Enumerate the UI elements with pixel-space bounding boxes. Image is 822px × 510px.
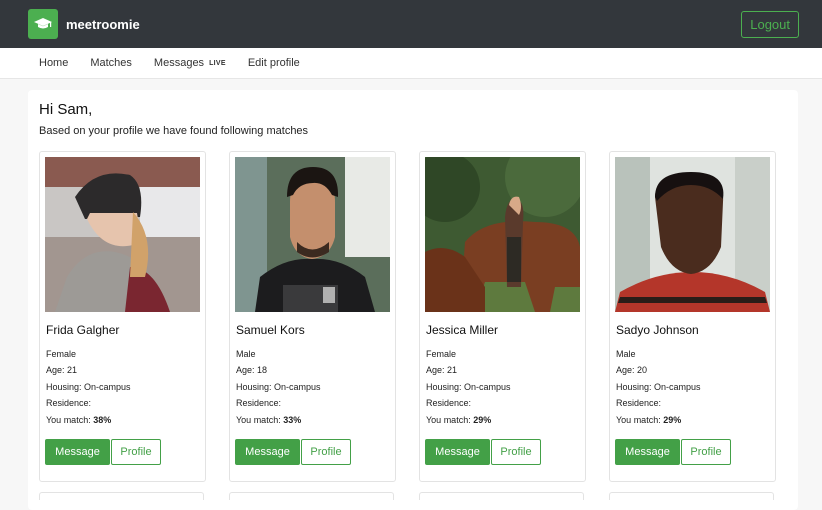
message-button[interactable]: Message: [615, 439, 680, 465]
nav-messages[interactable]: Messages LIVE: [154, 57, 226, 69]
match-name: Jessica Miller: [426, 323, 499, 337]
profile-photo[interactable]: [45, 157, 200, 312]
match-residence: Residence:: [236, 398, 282, 408]
matches-panel: Hi Sam, Based on your profile we have fo…: [28, 90, 798, 510]
nav-messages-label: Messages: [153, 57, 205, 69]
greeting: Hi Sam,: [39, 101, 93, 118]
match-gender: Female: [46, 349, 77, 359]
message-button[interactable]: Message: [425, 439, 490, 465]
match-card-next-row: [609, 492, 774, 500]
match-housing: Housing: On-campus: [426, 382, 511, 392]
match-age: Age: 18: [236, 365, 268, 375]
match-card: Sadyo Johnson Male Age: 20 Housing: On-c…: [609, 151, 776, 482]
match-gender: Male: [616, 349, 636, 359]
match-housing: Housing: On-campus: [236, 382, 321, 392]
profile-button[interactable]: Profile: [111, 439, 161, 465]
profile-photo[interactable]: [425, 157, 580, 312]
match-score-value: 29%: [663, 415, 682, 425]
match-score-label: You match:: [426, 415, 471, 425]
match-card: Samuel Kors Male Age: 18 Housing: On-cam…: [229, 151, 396, 482]
match-score-value: 29%: [473, 415, 492, 425]
match-age: Age: 20: [616, 365, 648, 375]
match-gender: Male: [236, 349, 256, 359]
nav-home-label: Home: [39, 57, 69, 69]
match-name: Frida Galgher: [46, 323, 120, 337]
nav-matches[interactable]: Matches: [90, 57, 132, 69]
match-score: You match: 38%: [46, 415, 111, 425]
matches-subtitle: Based on your profile we have found foll…: [39, 125, 309, 137]
match-residence: Residence:: [46, 398, 92, 408]
match-residence: Residence:: [426, 398, 472, 408]
message-button[interactable]: Message: [235, 439, 300, 465]
match-name: Sadyo Johnson: [616, 323, 699, 337]
nav-edit-profile[interactable]: Edit profile: [248, 57, 300, 69]
match-score: You match: 33%: [236, 415, 301, 425]
match-gender: Female: [426, 349, 457, 359]
match-score-label: You match:: [616, 415, 661, 425]
match-card-next-row: [229, 492, 394, 500]
nav-edit-profile-label: Edit profile: [247, 57, 300, 69]
top-bar: meetroomie Logout: [0, 0, 822, 48]
match-score: You match: 29%: [616, 415, 681, 425]
match-name: Samuel Kors: [236, 323, 305, 337]
profile-button[interactable]: Profile: [301, 439, 351, 465]
logout-button[interactable]: Logout: [741, 11, 799, 38]
match-age: Age: 21: [46, 365, 78, 375]
match-housing: Housing: On-campus: [616, 382, 701, 392]
profile-button[interactable]: Profile: [491, 439, 541, 465]
match-score: You match: 29%: [426, 415, 491, 425]
match-score-value: 38%: [93, 415, 112, 425]
profile-photo[interactable]: [235, 157, 390, 312]
match-residence: Residence:: [616, 398, 662, 408]
brand-name[interactable]: meetroomie: [66, 17, 140, 32]
match-card: Frida Galgher Female Age: 21 Housing: On…: [39, 151, 206, 482]
match-card-next-row: [39, 492, 204, 500]
nav-matches-label: Matches: [90, 57, 132, 69]
main-nav: Home Matches Messages LIVE Edit profile: [0, 48, 822, 79]
match-score-label: You match:: [46, 415, 91, 425]
match-score-value: 33%: [283, 415, 302, 425]
profile-photo[interactable]: [615, 157, 770, 312]
message-button[interactable]: Message: [45, 439, 110, 465]
match-score-label: You match:: [236, 415, 281, 425]
profile-button[interactable]: Profile: [681, 439, 731, 465]
match-age: Age: 21: [426, 365, 458, 375]
live-badge: LIVE: [209, 59, 226, 67]
nav-home[interactable]: Home: [39, 57, 68, 69]
match-housing: Housing: On-campus: [46, 382, 131, 392]
match-card-next-row: [419, 492, 584, 500]
graduation-cap-icon[interactable]: [28, 9, 58, 39]
match-card: Jessica Miller Female Age: 21 Housing: O…: [419, 151, 586, 482]
